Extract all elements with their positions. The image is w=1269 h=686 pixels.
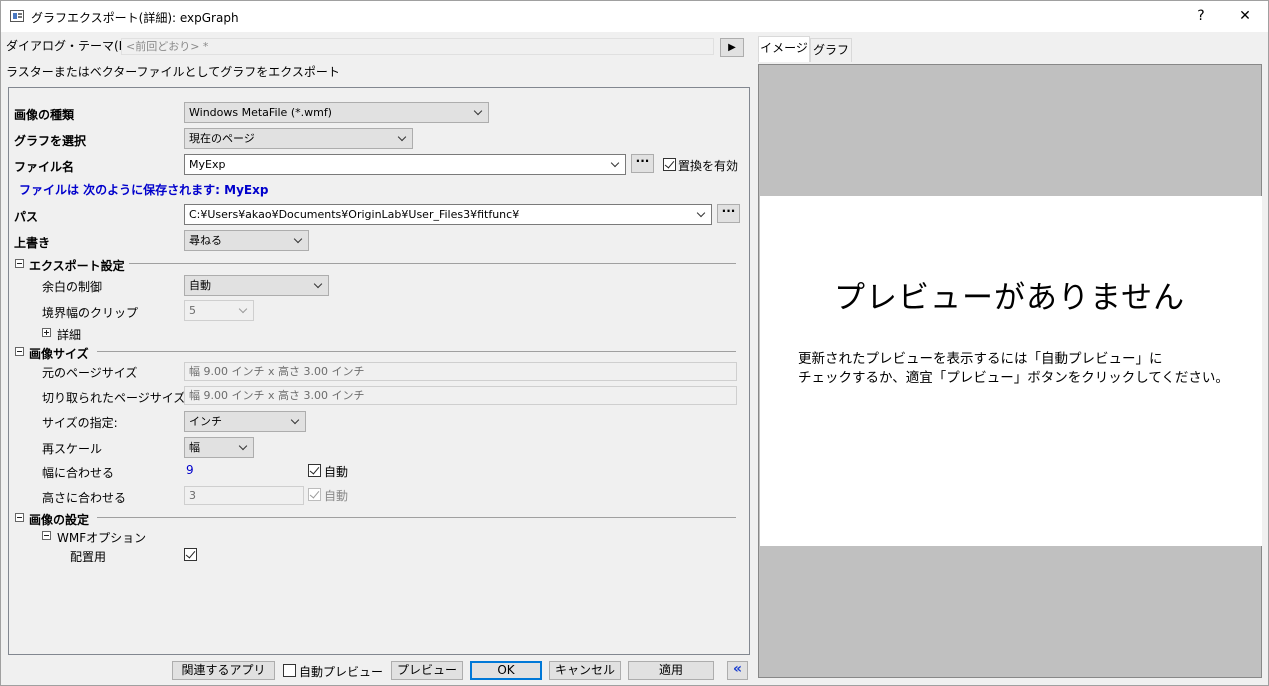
no-preview-text: プレビューがありません (834, 280, 1186, 316)
collapse-panel-button[interactable]: « (727, 661, 748, 680)
fit-width-value[interactable]: 9 (186, 463, 194, 477)
margin-label: 余白の制御 (42, 280, 103, 294)
divider (97, 351, 736, 352)
tab-graph[interactable]: グラフ (810, 38, 852, 62)
chevron-down-icon (610, 155, 622, 174)
divider (97, 517, 736, 518)
chevron-down-icon (290, 412, 302, 431)
size-unit-value: インチ (189, 415, 222, 428)
image-size-header: 画像サイズ (29, 347, 89, 361)
rescale-select[interactable]: 幅 (184, 437, 254, 458)
chevron-down-icon (293, 231, 305, 250)
app-icon (10, 10, 24, 22)
window-title: グラフエクスポート(詳細): expGraph (31, 11, 239, 25)
fit-width-auto-checkbox[interactable] (308, 464, 321, 477)
rescale-value: 幅 (189, 441, 200, 454)
help-button[interactable]: ? (1189, 6, 1213, 26)
path-label: パス (14, 210, 39, 224)
fit-width-label: 幅に合わせる (42, 466, 115, 480)
image-type-value: Windows MetaFile (*.wmf) (189, 106, 332, 119)
size-unit-label: サイズの指定: (42, 416, 118, 430)
collapse-icon[interactable] (15, 513, 24, 522)
preview-canvas: プレビューがありません 更新されたプレビューを表示するには「自動プレビュー」に … (760, 196, 1262, 546)
auto-preview-checkbox[interactable] (283, 664, 296, 677)
filename-label: ファイル名 (14, 160, 75, 174)
chevron-down-icon (238, 438, 250, 457)
title-bar: グラフエクスポート(詳細): expGraph ? ✕ (1, 1, 1268, 32)
tab-image[interactable]: イメージ (758, 36, 810, 62)
select-graph-label: グラフを選択 (14, 134, 87, 148)
preview-button[interactable]: プレビュー (391, 661, 463, 680)
export-settings-header: エクスポート設定 (29, 259, 125, 273)
clip-label: 境界幅のクリップ (42, 306, 139, 320)
placement-checkbox[interactable] (184, 548, 197, 561)
fit-height-auto-label: 自動 (324, 489, 349, 503)
preview-hint-line1: 更新されたプレビューを表示するには「自動プレビュー」に (798, 351, 1163, 367)
collapse-icon[interactable] (15, 259, 24, 268)
size-unit-select[interactable]: インチ (184, 411, 306, 432)
image-type-label: 画像の種類 (14, 108, 75, 122)
apply-button[interactable]: 適用 (628, 661, 714, 680)
image-type-select[interactable]: Windows MetaFile (*.wmf) (184, 102, 489, 123)
chevron-down-icon (238, 301, 250, 320)
chevron-down-icon (473, 103, 485, 122)
margin-select[interactable]: 自動 (184, 275, 329, 296)
collapse-icon[interactable] (42, 531, 51, 540)
select-graph-select[interactable]: 現在のページ (184, 128, 413, 149)
original-size-label: 元のページサイズ (42, 366, 138, 380)
overwrite-value: 尋ねる (189, 234, 222, 247)
path-value: C:¥Users¥akao¥Documents¥OriginLab¥User_F… (189, 208, 520, 221)
ok-button[interactable]: OK (470, 661, 542, 680)
dialog-description: ラスターまたはベクターファイルとしてグラフをエクスポート (6, 65, 340, 79)
overwrite-label: 上書き (14, 236, 51, 250)
placement-label: 配置用 (70, 550, 107, 564)
path-input[interactable]: C:¥Users¥akao¥Documents¥OriginLab¥User_F… (184, 204, 712, 225)
preview-hint-line2: チェックするか、適宜「プレビュー」ボタンをクリックしてください。 (798, 370, 1229, 386)
path-browse-button[interactable]: ··· (717, 204, 740, 223)
clip-select[interactable]: 5 (184, 300, 254, 321)
fit-height-field: 3 (184, 486, 304, 505)
clip-value: 5 (189, 304, 196, 317)
chevron-down-icon (313, 276, 325, 295)
fit-height-label: 高さに合わせる (42, 491, 127, 505)
overwrite-select[interactable]: 尋ねる (184, 230, 309, 251)
preview-area: プレビューがありません 更新されたプレビューを表示するには「自動プレビュー」に … (758, 64, 1262, 678)
replace-label: 置換を有効 (678, 159, 739, 173)
cancel-button[interactable]: キャンセル (549, 661, 621, 680)
fit-height-auto-checkbox[interactable] (308, 488, 321, 501)
detail-label: 詳細 (57, 328, 82, 342)
related-apps-button[interactable]: 関連するアプリ (172, 661, 275, 680)
image-settings-header: 画像の設定 (29, 513, 90, 527)
chevron-down-icon (397, 129, 409, 148)
theme-label: ダイアログ・テーマ(H) (6, 39, 133, 53)
cropped-size-field: 幅 9.00 インチ x 高さ 3.00 インチ (184, 386, 737, 405)
chevron-down-icon (696, 205, 708, 224)
filename-value: MyExp (189, 158, 226, 171)
close-button[interactable]: ✕ (1233, 6, 1257, 26)
collapse-icon[interactable] (15, 347, 24, 356)
wmf-options-label: WMFオプション (57, 531, 147, 545)
expand-icon[interactable] (42, 328, 51, 337)
saved-as-text: ファイルは 次のように保存されます: MyExp (19, 183, 269, 197)
export-dialog: グラフエクスポート(詳細): expGraph ? ✕ ダイアログ・テーマ(H)… (0, 0, 1269, 686)
filename-input[interactable]: MyExp (184, 154, 626, 175)
auto-preview-label: 自動プレビュー (299, 665, 384, 679)
original-size-field: 幅 9.00 インチ x 高さ 3.00 インチ (184, 362, 737, 381)
cropped-size-label: 切り取られたページサイズ (42, 391, 186, 405)
filename-browse-button[interactable]: ··· (631, 154, 654, 173)
divider (129, 263, 736, 264)
theme-field[interactable]: <前回どおり> * (121, 38, 714, 55)
replace-checkbox[interactable] (663, 158, 676, 171)
select-graph-value: 現在のページ (189, 132, 255, 145)
rescale-label: 再スケール (42, 442, 103, 456)
margin-value: 自動 (189, 279, 211, 292)
fit-width-auto-label: 自動 (324, 465, 349, 479)
theme-arrow-button[interactable]: ▶ (720, 38, 744, 57)
